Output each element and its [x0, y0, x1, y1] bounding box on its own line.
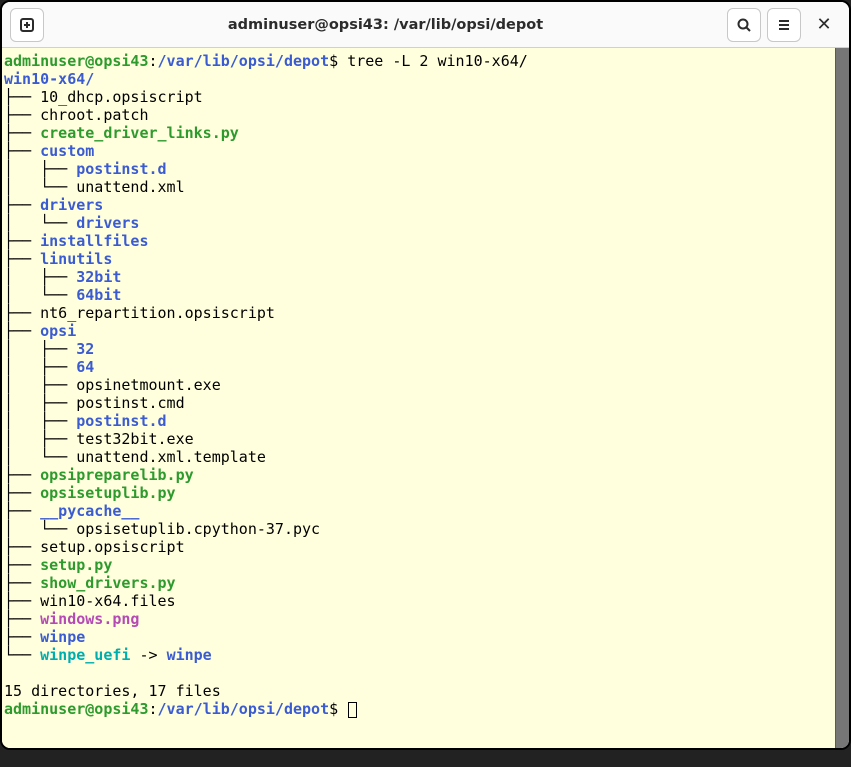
tree-entry: 10_dhcp.opsiscript [40, 88, 203, 106]
tree-entry: opsi [40, 322, 76, 340]
scrollbar[interactable] [835, 48, 849, 748]
tree-entry: winpe [40, 628, 85, 646]
prompt-user: adminuser@opsi43 [4, 52, 149, 70]
tree-entry: linutils [40, 250, 112, 268]
tree-entry: win10-x64.files [40, 592, 175, 610]
tree-link-target: winpe [167, 646, 212, 664]
tree-entry: windows.png [40, 610, 139, 628]
tree-entry: drivers [76, 214, 139, 232]
prompt-path-2: /var/lib/opsi/depot [158, 700, 330, 718]
tree-entry: 32bit [76, 268, 121, 286]
tree-entry: setup.py [40, 556, 112, 574]
tree-entry: setup.opsiscript [40, 538, 185, 556]
tree-entry: show_drivers.py [40, 574, 175, 592]
prompt-path: /var/lib/opsi/depot [158, 52, 330, 70]
prompt-user-2: adminuser@opsi43 [4, 700, 149, 718]
tree-summary: 15 directories, 17 files [4, 682, 221, 700]
tree-entry: winpe_uefi [40, 646, 130, 664]
tree-entry: unattend.xml.template [76, 448, 266, 466]
tree-root: win10-x64/ [4, 70, 94, 88]
tree-entry: postinst.d [76, 412, 166, 430]
plus-square-icon [19, 17, 35, 33]
tree-entry: 32 [76, 340, 94, 358]
tree-entry: opsinetmount.exe [76, 376, 221, 394]
tree-entry: opsisetuplib.py [40, 484, 175, 502]
prompt-command: tree -L 2 win10-x64/ [347, 52, 528, 70]
search-button[interactable] [727, 8, 761, 42]
tree-entry: chroot.patch [40, 106, 148, 124]
tree-entry: postinst.cmd [76, 394, 184, 412]
search-icon [736, 17, 752, 33]
window-title: adminuser@opsi43: /var/lib/opsi/depot [50, 17, 721, 33]
tree-entry: __pycache__ [40, 502, 139, 520]
tree-entry: nt6_repartition.opsiscript [40, 304, 275, 322]
menu-button[interactable] [767, 8, 801, 42]
tree-entry: installfiles [40, 232, 148, 250]
tree-entry: custom [40, 142, 94, 160]
tree-entry: 64 [76, 358, 94, 376]
titlebar: adminuser@opsi43: /var/lib/opsi/depot ✕ [2, 2, 849, 48]
tree-entry: 64bit [76, 286, 121, 304]
tree-entry: opsipreparelib.py [40, 466, 194, 484]
tree-entry: create_driver_links.py [40, 124, 239, 142]
hamburger-icon [776, 17, 792, 33]
new-tab-button[interactable] [10, 8, 44, 42]
tree-entry: test32bit.exe [76, 430, 193, 448]
cursor [348, 702, 357, 718]
tree-entry: postinst.d [76, 160, 166, 178]
terminal-output[interactable]: adminuser@opsi43:/var/lib/opsi/depot$ tr… [2, 48, 835, 748]
tree-entry: opsisetuplib.cpython-37.pyc [76, 520, 320, 538]
close-icon: ✕ [816, 14, 831, 35]
terminal-window: adminuser@opsi43: /var/lib/opsi/depot ✕ [0, 0, 851, 750]
tree-entry: drivers [40, 196, 103, 214]
tree-entry: unattend.xml [76, 178, 184, 196]
close-button[interactable]: ✕ [807, 8, 841, 42]
